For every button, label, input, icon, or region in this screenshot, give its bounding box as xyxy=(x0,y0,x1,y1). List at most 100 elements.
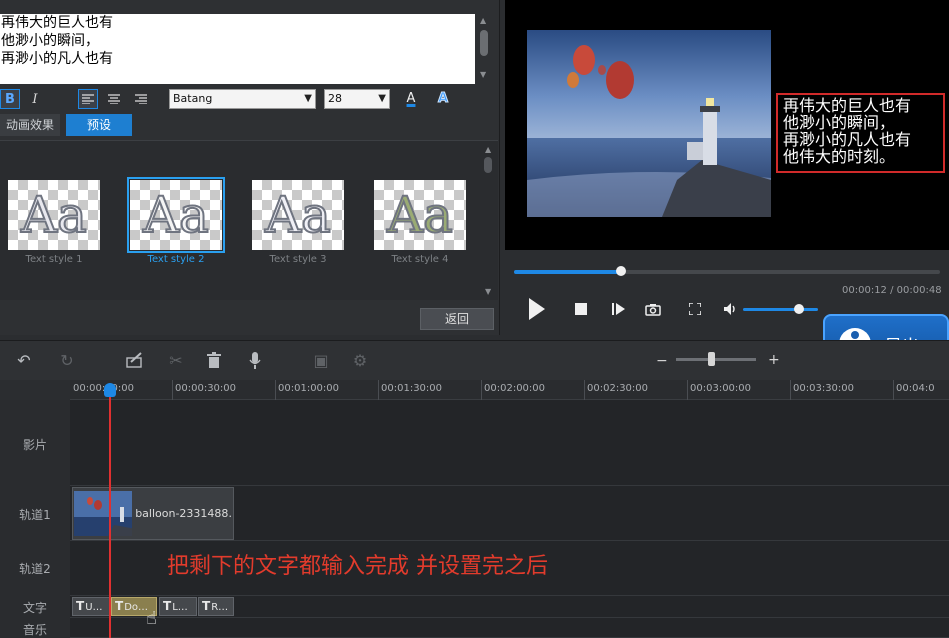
bold-button[interactable]: B xyxy=(0,89,20,109)
text-style-4[interactable]: Aa Text style 4 xyxy=(374,180,466,265)
preview-image xyxy=(527,30,771,217)
text-clip-name: Do… xyxy=(124,602,149,613)
align-center-icon xyxy=(108,94,120,104)
tab-animation[interactable]: 动画效果 xyxy=(0,114,61,136)
tab-presets[interactable]: 预设 xyxy=(66,114,133,136)
zoom-in-button[interactable]: + xyxy=(768,352,780,368)
font-size-value: 28 xyxy=(328,92,342,105)
zoom-handle[interactable] xyxy=(708,352,715,366)
timeline-ruler[interactable]: 00:00:00:00 00:00:30:00 00:01:00:00 00:0… xyxy=(70,380,949,400)
style-glyph: Aa xyxy=(386,185,454,245)
volume-slider[interactable] xyxy=(743,308,818,311)
text-line: 再渺小的凡人也有 xyxy=(1,51,113,67)
style-label: Text style 3 xyxy=(269,254,327,265)
fullscreen-button[interactable] xyxy=(686,300,704,318)
text-clip[interactable]: TR… xyxy=(198,597,234,616)
track-music[interactable] xyxy=(70,618,949,638)
play-button[interactable] xyxy=(524,295,550,323)
mic-icon[interactable] xyxy=(243,348,267,372)
text-outline-button[interactable]: A xyxy=(433,88,453,108)
text-clip[interactable]: TL… xyxy=(159,597,197,616)
scroll-thumb[interactable] xyxy=(480,30,488,56)
scroll-up-icon[interactable]: ▲ xyxy=(485,145,491,154)
clip-name: balloon-2331488… xyxy=(135,507,233,520)
text-style-3[interactable]: Aa Text style 3 xyxy=(252,180,344,265)
align-center-button[interactable] xyxy=(104,89,124,109)
clip-thumbnail xyxy=(74,491,133,536)
text-line: 他渺小的瞬间， xyxy=(1,33,99,49)
ruler-label: 00:02:00:00 xyxy=(484,383,546,394)
style-preview: Aa xyxy=(8,180,100,250)
delete-icon[interactable] xyxy=(202,348,226,372)
overlay-line: 再渺小的凡人也有 xyxy=(783,130,912,149)
text-clip-name: R… xyxy=(211,602,229,613)
style-preview: Aa xyxy=(252,180,344,250)
text-style-2[interactable]: Aa Text style 2 xyxy=(127,177,225,265)
ruler-tick xyxy=(378,380,379,400)
ruler-label: 00:00:30:00 xyxy=(175,383,237,394)
style-preview: Aa xyxy=(374,180,466,250)
ruler-tick xyxy=(893,380,894,400)
back-button[interactable]: 返回 xyxy=(420,308,494,330)
style-label: Text style 1 xyxy=(25,254,83,265)
snapshot-button[interactable] xyxy=(643,300,663,318)
scroll-up-icon[interactable]: ▲ xyxy=(480,16,486,25)
font-size-select[interactable]: 28 ▼ xyxy=(324,89,390,109)
video-clip[interactable]: balloon-2331488… xyxy=(72,487,234,540)
text-t-icon: T xyxy=(202,599,211,613)
trash-glyph xyxy=(207,352,221,368)
style-tabs: 动画效果 预设 xyxy=(0,114,133,136)
cut-icon[interactable]: ✂ xyxy=(164,348,188,372)
volume-button[interactable] xyxy=(722,300,740,318)
track-label-text: 文字 xyxy=(22,601,47,615)
zoom-slider[interactable] xyxy=(676,358,756,361)
style-preview: Aa xyxy=(127,177,225,253)
scroll-down-icon[interactable]: ▼ xyxy=(485,287,491,296)
progress-handle[interactable] xyxy=(615,266,626,276)
ruler-tick xyxy=(172,380,173,400)
clip-thumbnail-image xyxy=(74,491,133,536)
redo-icon[interactable]: ↻ xyxy=(55,348,79,372)
next-frame-button[interactable] xyxy=(610,300,628,318)
preview-text-overlay[interactable]: 再伟大的巨人也有 他渺小的瞬间， 再渺小的凡人也有 他伟大的时刻。 xyxy=(776,93,945,173)
edit-glyph xyxy=(126,352,142,368)
edit-icon[interactable] xyxy=(123,348,147,372)
align-right-button[interactable] xyxy=(131,89,151,109)
style-glyph: Aa xyxy=(264,185,332,245)
text-clip[interactable]: TU… xyxy=(72,597,110,616)
text-t-icon: T xyxy=(76,599,85,613)
font-family-value: Batang xyxy=(173,92,213,105)
track-label-music: 音乐 xyxy=(22,623,47,637)
text-line: 再伟大的巨人也有 xyxy=(1,15,113,31)
ruler-label: 00:02:30:00 xyxy=(587,383,649,394)
ruler-label: 00:04:0 xyxy=(896,383,935,394)
align-left-button[interactable] xyxy=(78,89,98,109)
track-label-track2: 轨道2 xyxy=(19,562,51,576)
hand-cursor-icon: ☝ xyxy=(146,608,157,629)
zoom-out-button[interactable]: − xyxy=(656,353,668,369)
stop-icon xyxy=(575,303,587,315)
text-scrollbar[interactable]: ▲ ▼ xyxy=(476,14,492,84)
text-style-1[interactable]: Aa Text style 1 xyxy=(8,180,100,265)
text-clip-name: L… xyxy=(172,602,188,613)
font-family-select[interactable]: Batang ▼ xyxy=(169,89,316,109)
undo-icon[interactable]: ↶ xyxy=(12,348,36,372)
text-t-icon: T xyxy=(163,599,172,613)
tutorial-caption: 把剩下的文字都输入完成 并设置完之后 xyxy=(167,554,548,579)
text-clip-name: U… xyxy=(85,602,103,613)
ruler-label: 00:03:00:00 xyxy=(690,383,752,394)
track-video[interactable] xyxy=(70,400,949,486)
playhead-line[interactable] xyxy=(109,390,111,638)
settings-icon[interactable]: ⚙ xyxy=(348,348,372,372)
scroll-down-icon[interactable]: ▼ xyxy=(480,70,486,79)
crop-icon[interactable]: ▣ xyxy=(309,348,333,372)
playhead-handle[interactable] xyxy=(104,383,116,397)
stop-button[interactable] xyxy=(572,300,590,318)
italic-button[interactable]: I xyxy=(25,89,45,109)
overlay-line: 他渺小的瞬间， xyxy=(783,113,896,132)
camera-icon xyxy=(645,303,661,316)
font-color-button[interactable]: A xyxy=(401,88,421,108)
styles-scroll-thumb[interactable] xyxy=(484,157,492,173)
ruler-label: 00:01:00:00 xyxy=(278,383,340,394)
text-input-area[interactable]: 再伟大的巨人也有 他渺小的瞬间， 再渺小的凡人也有 xyxy=(0,14,475,84)
